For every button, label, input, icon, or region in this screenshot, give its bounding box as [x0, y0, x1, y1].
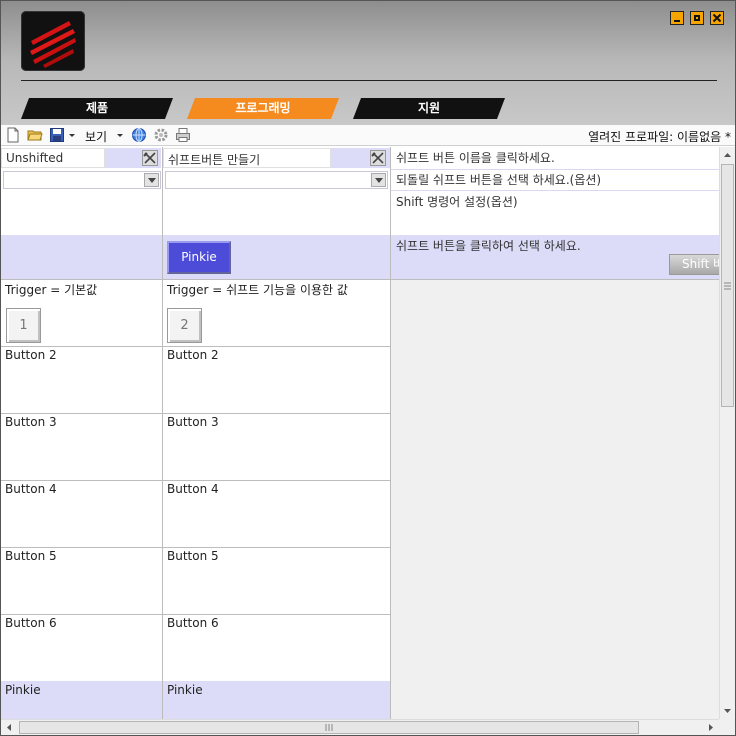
- row-divider: [1, 413, 162, 414]
- shift-settings-button[interactable]: Shift 버: [669, 254, 719, 275]
- pinkie-shift-button-label: Pinkie: [181, 250, 217, 264]
- scroll-up-icon[interactable]: [720, 147, 735, 163]
- tab-programming-label: 프로그래밍: [235, 101, 291, 115]
- row-divider: [1, 279, 162, 280]
- shift-edit-button[interactable]: [370, 150, 386, 166]
- chevron-down-icon: [371, 173, 386, 187]
- unshifted-edit-button[interactable]: [142, 150, 158, 166]
- header-divider: [21, 80, 717, 81]
- vertical-scroll-thumb[interactable]: [721, 164, 734, 407]
- app-window: 제품 프로그래밍 지원 보기 열려진 프로파일: 이름없음 * Unshifte…: [0, 0, 736, 736]
- toolbar: 보기 열려진 프로파일: 이름없음 *: [1, 125, 735, 146]
- tab-products-label: 제품: [85, 101, 109, 115]
- view-dropdown-icon[interactable]: [115, 127, 125, 143]
- row-divider: [1, 480, 162, 481]
- restore-icon: [694, 15, 700, 21]
- instruction-shift-command: Shift 명령어 설정(옵션): [396, 195, 518, 209]
- row-divider: [1, 346, 162, 347]
- shift-button5-label: Button 5: [167, 549, 219, 563]
- shift-grid: Unshifted Trigger = 기본값 1 Button 2 Butto…: [1, 147, 719, 719]
- open-folder-icon[interactable]: [27, 127, 43, 143]
- close-icon: [712, 13, 722, 23]
- button-number: 1: [19, 318, 28, 333]
- shift-header: 쉬프트버튼 만들기: [168, 153, 261, 167]
- unshifted-trigger-label: Trigger = 기본값: [5, 283, 98, 297]
- close-button[interactable]: [710, 11, 724, 25]
- instruction-divider: [391, 169, 719, 170]
- shift-column: 쉬프트버튼 만들기 Pinkie Trigger = 쉬프트 기능을 이용한 값…: [163, 147, 391, 719]
- unshifted-button-1[interactable]: 1: [6, 308, 41, 343]
- unshifted-header: Unshifted: [6, 151, 64, 165]
- new-file-icon[interactable]: [5, 127, 21, 143]
- button-number: 2: [180, 318, 189, 333]
- save-dropdown-icon[interactable]: [67, 127, 77, 143]
- unshifted-button6-label: Button 6: [5, 616, 57, 630]
- tools-icon: [371, 152, 384, 164]
- gear-icon[interactable]: [153, 127, 169, 143]
- unshifted-button5-label: Button 5: [5, 549, 57, 563]
- tab-programming[interactable]: 프로그래밍: [187, 98, 339, 119]
- row-divider: [391, 279, 719, 280]
- shift-button-2[interactable]: 2: [167, 308, 202, 343]
- vertical-scrollbar[interactable]: [719, 147, 735, 719]
- pinkie-shift-button[interactable]: Pinkie: [167, 241, 231, 274]
- row-divider: [163, 614, 390, 615]
- globe-icon[interactable]: [131, 127, 147, 143]
- row-divider: [163, 480, 390, 481]
- tab-products[interactable]: 제품: [21, 98, 173, 119]
- minimize-button[interactable]: [670, 11, 684, 25]
- unshifted-button3-label: Button 3: [5, 415, 57, 429]
- tools-icon: [143, 152, 156, 164]
- shift-button6-label: Button 6: [167, 616, 219, 630]
- tab-support[interactable]: 지원: [353, 98, 505, 119]
- open-profile-label: 열려진 프로파일: 이름없음 *: [588, 130, 731, 144]
- chevron-down-icon: [144, 173, 159, 187]
- restore-button[interactable]: [690, 11, 704, 25]
- shift-trigger-label: Trigger = 쉬프트 기능을 이용한 값: [167, 283, 348, 297]
- shift-button4-label: Button 4: [167, 482, 219, 496]
- scroll-left-icon[interactable]: [1, 720, 17, 735]
- unshifted-band: [1, 235, 162, 280]
- row-divider: [163, 346, 390, 347]
- row-divider: [163, 279, 390, 280]
- row-divider: [1, 547, 162, 548]
- grip-icon: [325, 724, 333, 731]
- row-divider: [1, 614, 162, 615]
- shift-name-field[interactable]: 쉬프트버튼 만들기: [163, 148, 331, 168]
- shift-button2-label: Button 2: [167, 348, 219, 362]
- scroll-down-icon[interactable]: [720, 703, 735, 719]
- instruction-click-name: 쉬프트 버튼 이름을 클릭하세요.: [396, 151, 555, 165]
- shift-dropdown[interactable]: [165, 171, 388, 189]
- horizontal-scroll-thumb[interactable]: [19, 721, 639, 734]
- unshifted-dropdown[interactable]: [3, 171, 161, 189]
- unshifted-button4-label: Button 4: [5, 482, 57, 496]
- minimize-icon: [674, 20, 680, 22]
- scrollbar-corner: [719, 719, 735, 735]
- instruction-column: 쉬프트 버튼 이름을 클릭하세요. 되돌릴 쉬프트 버튼을 선택 하세요.(옵션…: [391, 147, 719, 719]
- instruction-divider: [391, 190, 719, 191]
- row-divider: [163, 413, 390, 414]
- unshifted-pinkie-label: Pinkie: [5, 683, 41, 697]
- view-menu-label[interactable]: 보기: [85, 128, 107, 145]
- horizontal-scrollbar[interactable]: [1, 719, 719, 735]
- shift-settings-button-label: Shift 버: [682, 257, 719, 271]
- unshifted-button2-label: Button 2: [5, 348, 57, 362]
- shift-pinkie-label: Pinkie: [167, 683, 203, 697]
- shift-button3-label: Button 3: [167, 415, 219, 429]
- print-icon[interactable]: [175, 127, 191, 143]
- save-icon[interactable]: [49, 127, 65, 143]
- grip-icon: [724, 282, 731, 290]
- row-divider: [163, 547, 390, 548]
- header: 제품 프로그래밍 지원: [1, 1, 735, 125]
- logo: [21, 11, 85, 71]
- tab-support-label: 지원: [417, 101, 441, 115]
- unshifted-column: Unshifted Trigger = 기본값 1 Button 2 Butto…: [1, 147, 163, 719]
- scroll-right-icon[interactable]: [703, 720, 719, 735]
- unshifted-name-field[interactable]: Unshifted: [1, 148, 105, 168]
- instruction-select-return: 되돌릴 쉬프트 버튼을 선택 하세요.(옵션): [396, 173, 602, 187]
- instruction-click-select: 쉬프트 버튼을 클릭하여 선택 하세요.: [396, 239, 581, 253]
